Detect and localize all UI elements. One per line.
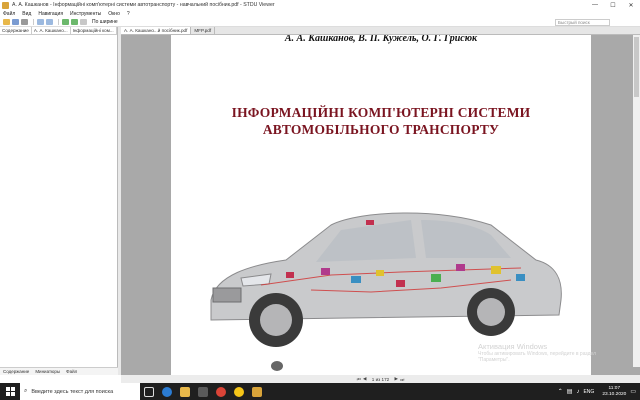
page-footer-icons xyxy=(271,361,313,371)
vertical-scrollbar[interactable] xyxy=(633,35,640,367)
sidebar-bottom-file[interactable]: Файл xyxy=(66,369,77,374)
pdf-page: А. А. Кашканов, В. П. Кужель, О. Г. Грис… xyxy=(171,35,591,375)
window-controls: — ☐ ✕ xyxy=(586,0,640,10)
doc-tab-main[interactable]: А. А. Кашкано...й посібник.pdf xyxy=(121,27,192,34)
taskbar: ⌕ Введите здесь текст для поиска ⌃ ▤ ♪ E… xyxy=(0,383,640,400)
menu-view[interactable]: Вид xyxy=(22,11,31,17)
quick-search-input[interactable]: Быстрый поиск xyxy=(555,19,610,26)
sidebar-tabs: Содержание А. А. Кашкано... Інформаційні… xyxy=(0,27,117,35)
yandex-icon[interactable] xyxy=(230,383,248,400)
taskbar-search[interactable]: ⌕ Введите здесь текст для поиска xyxy=(20,383,140,400)
clock[interactable]: 11:07 23.10.2020 xyxy=(602,386,626,398)
activation-text-2: "Параметры". xyxy=(478,357,510,363)
activation-title: Активация Windows xyxy=(478,342,548,351)
explorer-glyph xyxy=(180,386,190,397)
zoom-select[interactable]: По ширине xyxy=(92,19,118,25)
task-view-glyph xyxy=(144,386,154,397)
forward-icon[interactable] xyxy=(46,19,53,25)
clock-date: 23.10.2020 xyxy=(602,391,627,397)
back-icon[interactable] xyxy=(37,19,44,25)
doc-tab-mfp[interactable]: MFP.pdf xyxy=(191,27,216,34)
save-icon[interactable] xyxy=(12,19,19,25)
start-button[interactable] xyxy=(0,383,20,400)
title-bar: А. А. Кашканов - Інформаційні комп'ютерн… xyxy=(0,0,640,10)
store-glyph xyxy=(198,386,208,397)
windows-icon xyxy=(5,387,15,396)
menu-file[interactable]: Файл xyxy=(3,11,15,17)
stdu-glyph xyxy=(252,386,262,397)
network-icon[interactable]: ▤ xyxy=(567,388,573,395)
sidebar: Содержание А. А. Кашкано... Інформаційні… xyxy=(0,27,118,375)
tray-chevron-icon[interactable]: ⌃ xyxy=(558,388,563,395)
sidebar-bottom-contents[interactable]: Содержание xyxy=(3,369,29,374)
edge-glyph xyxy=(162,386,172,397)
title-line-2: АВТОМОБІЛЬНОГО ТРАНСПОРТУ xyxy=(262,122,500,137)
last-page-icon[interactable]: ⏭ xyxy=(399,377,405,382)
task-view-icon[interactable] xyxy=(140,383,158,400)
chrome-glyph xyxy=(216,386,226,397)
sidebar-bottom-thumbnails[interactable]: Миниатюры xyxy=(35,369,60,374)
activation-watermark: Активация Windows Чтобы активировать Win… xyxy=(478,342,596,363)
close-button[interactable]: ✕ xyxy=(622,0,640,10)
sidebar-bottom-tabs: Содержание Миниатюры Файл xyxy=(0,367,118,375)
sidebar-tab-author[interactable]: А. А. Кашкано... xyxy=(32,27,71,34)
menu-tools[interactable]: Инструменты xyxy=(70,11,101,17)
logo-icon xyxy=(271,361,283,371)
yandex-glyph xyxy=(234,386,244,397)
system-tray: ⌃ ▤ ♪ ENG 11:07 23.10.2020 ▭ xyxy=(558,383,636,400)
app-icon xyxy=(2,1,9,9)
volume-icon[interactable]: ♪ xyxy=(576,389,579,395)
print-icon[interactable] xyxy=(21,19,28,25)
page-navigation-bar: ⏮ ◀ 1 из 172 ▶ ⏭ xyxy=(121,375,640,383)
stdu-viewer-icon[interactable] xyxy=(248,383,266,400)
sidebar-tab-title[interactable]: Інформаційні ком... xyxy=(71,27,117,34)
explorer-icon[interactable] xyxy=(176,383,194,400)
sidebar-tab-contents[interactable]: Содержание xyxy=(0,27,32,34)
notification-icon[interactable]: ▭ xyxy=(630,388,636,395)
document-tabs: А. А. Кашкано...й посібник.pdf MFP.pdf xyxy=(121,27,640,35)
edge-icon[interactable] xyxy=(158,383,176,400)
maximize-button[interactable]: ☐ xyxy=(604,0,622,10)
chrome-icon[interactable] xyxy=(212,383,230,400)
page-indicator[interactable]: 1 из 172 xyxy=(372,377,389,382)
fit-page-icon[interactable] xyxy=(80,19,87,25)
zoom-out-icon[interactable] xyxy=(71,19,78,25)
toolbar-separator xyxy=(33,19,34,25)
menu-navigation[interactable]: Навигация xyxy=(38,11,63,17)
store-icon[interactable] xyxy=(194,383,212,400)
authors-line: А. А. Кашканов, В. П. Кужель, О. Г. Грис… xyxy=(284,35,478,44)
menu-bar: Файл Вид Навигация Инструменты Окно ? xyxy=(0,10,640,18)
window-title: А. А. Кашканов - Інформаційні комп'ютерн… xyxy=(12,2,275,8)
zoom-in-icon[interactable] xyxy=(62,19,69,25)
taskbar-search-placeholder: Введите здесь текст для поиска xyxy=(31,388,114,395)
document-area: А. А. Кашкано...й посібник.pdf MFP.pdf А… xyxy=(121,27,640,375)
toolbar: По ширине Быстрый поиск xyxy=(0,18,640,27)
open-folder-icon[interactable] xyxy=(3,19,10,25)
language-indicator[interactable]: ENG xyxy=(583,389,594,395)
menu-window[interactable]: Окно xyxy=(108,11,120,17)
document-title: ІНФОРМАЦІЙНІ КОМП'ЮТЕРНІ СИСТЕМИ АВТОМОБ… xyxy=(171,104,591,138)
prev-page-icon[interactable]: ◀ xyxy=(362,376,368,382)
scrollbar-thumb[interactable] xyxy=(634,37,639,97)
search-icon: ⌕ xyxy=(24,388,28,394)
toolbar-separator xyxy=(58,19,59,25)
menu-help[interactable]: ? xyxy=(127,11,130,17)
car-illustration xyxy=(210,212,562,347)
title-line-1: ІНФОРМАЦІЙНІ КОМП'ЮТЕРНІ СИСТЕМИ xyxy=(231,105,531,120)
minimize-button[interactable]: — xyxy=(586,0,604,10)
